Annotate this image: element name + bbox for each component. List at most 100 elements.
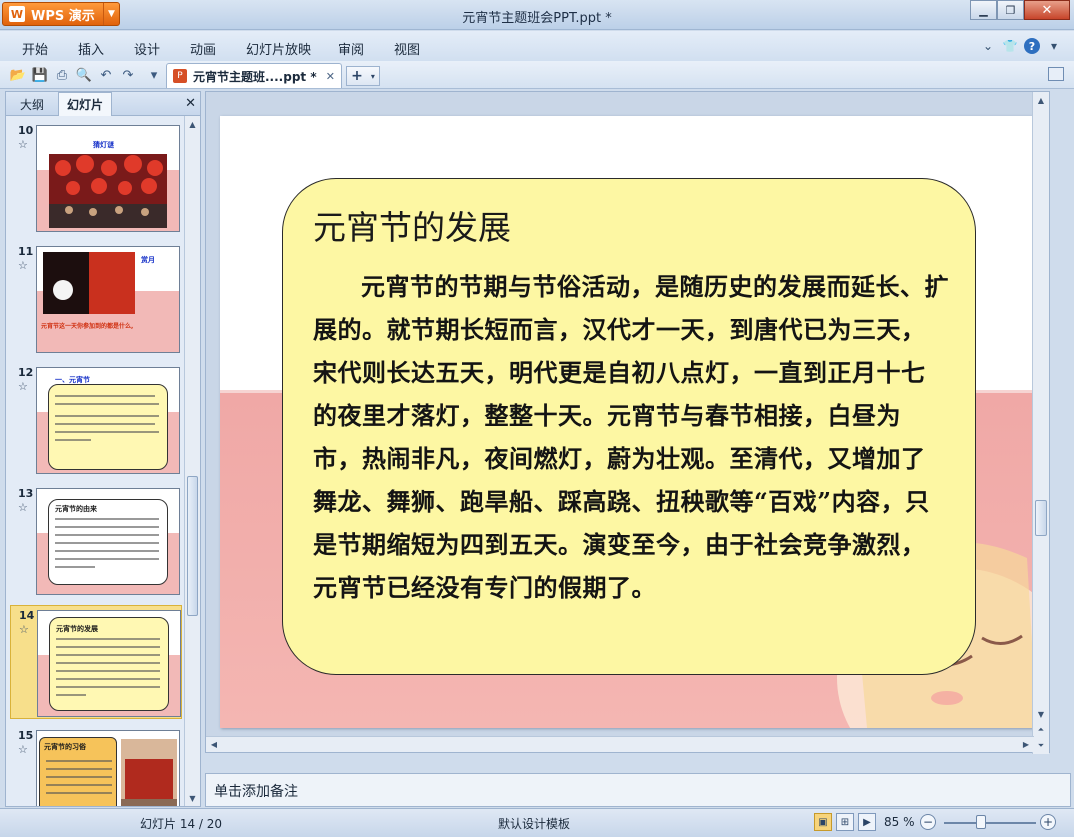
help-dropdown-icon[interactable]: ▾	[1046, 38, 1062, 54]
notes-pane[interactable]: 单击添加备注	[205, 773, 1071, 807]
slide-thumbnail-selected[interactable]: 14 ☆ 元宵节的发展	[10, 605, 182, 719]
notes-placeholder[interactable]: 单击添加备注	[214, 781, 298, 801]
minimize-button[interactable]: ▁	[970, 0, 997, 20]
text-line	[46, 760, 112, 762]
slide-preview: 元宵节的由来	[36, 488, 180, 595]
text-line	[56, 662, 160, 664]
customize-toolbar-icon[interactable]: ▾	[146, 67, 162, 83]
slide-title[interactable]: 元宵节的发展	[313, 201, 511, 249]
menu-slideshow[interactable]: 幻灯片放映	[246, 39, 311, 58]
undo-icon[interactable]: ↶	[98, 67, 114, 83]
help-icon[interactable]: ?	[1024, 38, 1040, 54]
maximize-button[interactable]: ❐	[997, 0, 1024, 20]
animation-star-icon: ☆	[18, 138, 28, 151]
new-document-button[interactable]: + ▾	[346, 66, 380, 86]
scroll-up-arrow-icon[interactable]: ▲	[185, 116, 200, 132]
slide-thumbnail-list: 10 ☆ 猜灯谜 11 ☆ 赏月 元宵节这一天你参加到的都是什么, 12 ☆ 一…	[6, 116, 184, 806]
text-line	[55, 403, 159, 405]
menu-right-tools: ⌄ 👕 ? ▾	[980, 38, 1062, 54]
scroll-down-arrow-icon[interactable]: ▼	[1033, 706, 1049, 722]
scrollbar-thumb[interactable]	[187, 476, 198, 616]
template-name: 默认设计模板	[498, 817, 571, 831]
scrollbar-thumb[interactable]	[1035, 500, 1047, 536]
thumbnail-textbox: 元宵节的习俗	[39, 737, 117, 806]
thumbnail-scrollbar[interactable]: ▲ ▼	[184, 116, 200, 806]
menu-start[interactable]: 开始	[22, 39, 48, 58]
panel-layout-icon[interactable]	[1048, 67, 1064, 81]
chevron-down-icon[interactable]: ▾	[371, 72, 375, 81]
redo-icon[interactable]: ↷	[120, 67, 136, 83]
document-tab-label: 元宵节主题班....ppt *	[193, 69, 317, 84]
close-window-button[interactable]: ✕	[1024, 0, 1070, 20]
plus-icon: +	[351, 68, 363, 84]
print-icon[interactable]: ⎙	[54, 67, 70, 83]
text-line	[55, 518, 159, 520]
slide-number: 11	[18, 245, 34, 258]
menu-review[interactable]: 审阅	[338, 39, 364, 58]
zoom-slider[interactable]	[944, 822, 1036, 824]
slide-thumbnail[interactable]: 10 ☆ 猜灯谜	[10, 121, 182, 235]
ppt-file-icon: P	[173, 69, 187, 83]
slide-thumbnail[interactable]: 11 ☆ 赏月 元宵节这一天你参加到的都是什么,	[10, 242, 182, 356]
slide-thumbnail[interactable]: 12 ☆ 一、元宵节	[10, 363, 182, 477]
menu-animation[interactable]: 动画	[190, 39, 216, 58]
scroll-right-arrow-icon[interactable]: ▶	[1018, 737, 1034, 752]
tab-slides[interactable]: 幻灯片	[58, 92, 113, 116]
slide-sorter-view-icon[interactable]: ⊞	[836, 813, 854, 831]
content-textbox[interactable]: 元宵节的发展 元宵节的节期与节俗活动，是随历史的发展而延长、扩展的。就节期长短而…	[282, 178, 976, 675]
slide-thumbnail[interactable]: 15 ☆ 元宵节的习俗	[10, 726, 182, 806]
scroll-left-arrow-icon[interactable]: ◀	[206, 737, 222, 752]
zoom-out-icon[interactable]: −	[920, 814, 936, 830]
animation-star-icon: ☆	[18, 501, 28, 514]
thumbnail-textbox: 元宵节的发展	[49, 617, 169, 711]
close-panel-icon[interactable]: ✕	[185, 96, 196, 111]
close-tab-icon[interactable]: ✕	[326, 70, 335, 83]
tab-outline[interactable]: 大纲	[12, 92, 52, 116]
slide-number: 15	[18, 729, 34, 742]
zoom-in-icon[interactable]: +	[1040, 814, 1056, 830]
slideshow-view-icon[interactable]: ▶	[858, 813, 876, 831]
text-line	[46, 776, 112, 778]
text-line	[55, 423, 155, 425]
menu-view[interactable]: 视图	[394, 39, 420, 58]
slide-number: 14	[19, 609, 35, 622]
thumbnail-textbox: 一、元宵节	[48, 376, 168, 470]
menu-insert[interactable]: 插入	[78, 39, 104, 58]
slide-canvas[interactable]: 元宵节的发展 元宵节的节期与节俗活动，是随历史的发展而延长、扩展的。就节期长短而…	[220, 116, 1037, 728]
next-slide-icon[interactable]: ⏷	[1033, 738, 1049, 754]
scroll-up-arrow-icon[interactable]: ▲	[1033, 92, 1049, 108]
thumbnail-title: 猜灯谜	[93, 141, 114, 149]
skin-shirt-icon[interactable]: 👕	[1002, 38, 1018, 54]
title-bar: W WPS 演示 ▼ 元宵节主题班会PPT.ppt * ▁ ❐ ✕	[0, 0, 1074, 30]
previous-slide-icon[interactable]: ⏶	[1033, 722, 1049, 738]
text-line	[55, 550, 159, 552]
window-controls: ▁ ❐ ✕	[970, 0, 1070, 20]
ribbon-collapse-chevron-icon[interactable]: ⌄	[980, 38, 996, 54]
print-preview-icon[interactable]: 🔍	[76, 67, 92, 83]
slide-preview: 一、元宵节	[36, 367, 180, 474]
open-folder-icon[interactable]: 📂	[10, 67, 26, 83]
slide-preview: 元宵节的习俗	[36, 730, 180, 806]
text-line	[55, 566, 95, 568]
text-line	[56, 646, 160, 648]
panel-tabs: 大纲 幻灯片 ✕	[6, 92, 200, 116]
slide-body-text[interactable]: 元宵节的节期与节俗活动，是随历史的发展而延长、扩展的。就节期长短而言，汉代才一天…	[313, 265, 949, 609]
editor-horizontal-scrollbar[interactable]: ◀ ▶	[206, 736, 1034, 752]
scroll-down-arrow-icon[interactable]: ▼	[185, 790, 200, 806]
animation-star-icon: ☆	[18, 259, 28, 272]
text-line	[46, 768, 112, 770]
slide-thumbnail[interactable]: 13 ☆ 元宵节的由来	[10, 484, 182, 598]
street-scene-image	[121, 739, 177, 806]
text-line	[46, 792, 112, 794]
text-line	[55, 395, 155, 397]
text-line	[55, 558, 159, 560]
menu-design[interactable]: 设计	[134, 39, 160, 58]
editor-vertical-scrollbar[interactable]: ▲ ▼ ⏶ ⏷	[1032, 92, 1049, 754]
text-line	[55, 415, 159, 417]
zoom-slider-thumb[interactable]	[975, 815, 986, 829]
document-tab[interactable]: P 元宵节主题班....ppt * ✕	[166, 63, 342, 88]
save-icon[interactable]: 💾	[32, 67, 48, 83]
thumbnail-title: 元宵节的发展	[56, 625, 98, 633]
thumbnail-title: 一、元宵节	[55, 376, 90, 384]
normal-view-icon[interactable]: ▣	[814, 813, 832, 831]
